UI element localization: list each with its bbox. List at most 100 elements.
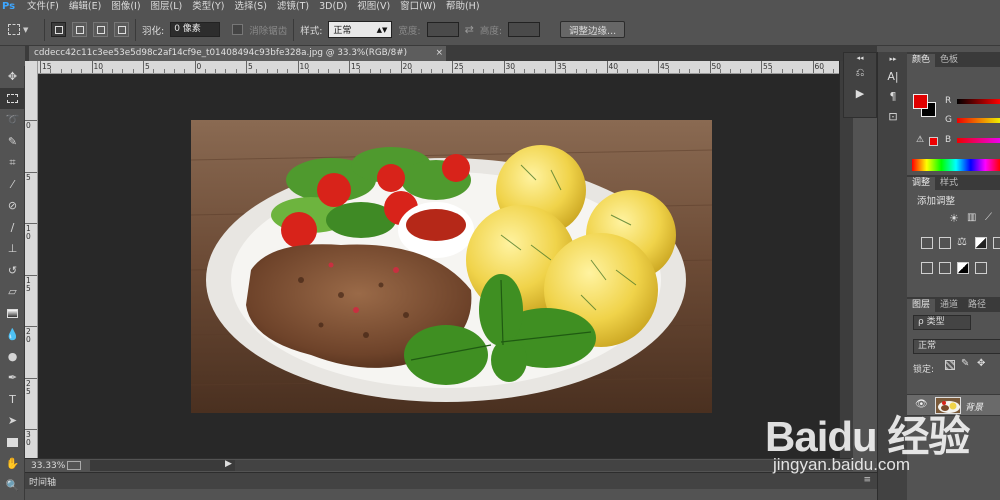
lock-transparent-icon[interactable] xyxy=(945,360,955,370)
character-panel-icon[interactable]: A| xyxy=(878,66,908,86)
intersect-selection-button[interactable] xyxy=(114,22,129,37)
layer-row-background[interactable]: 👁 背景 xyxy=(907,394,1000,416)
width-input[interactable] xyxy=(426,22,459,37)
tab-layers[interactable]: 图层 xyxy=(907,299,936,312)
paragraph-panel-icon[interactable]: ¶ xyxy=(878,86,908,106)
document-tab[interactable]: cddecc42c11c3ee53e5d98c2af14cf9e_t014084… xyxy=(29,46,446,61)
slider-r[interactable] xyxy=(957,99,1000,104)
menu-edit[interactable]: 编辑(E) xyxy=(64,0,106,14)
invert-icon[interactable] xyxy=(921,262,933,274)
lock-paint-icon[interactable]: ✎ xyxy=(961,358,969,369)
menu-select[interactable]: 选择(S) xyxy=(229,0,271,14)
horizontal-ruler[interactable]: 15 10 5 0 5 10 15 20 25 30 35 40 45 50 55 60 xyxy=(38,61,839,74)
history-brush-tool[interactable]: ↺ xyxy=(0,260,25,282)
close-icon[interactable]: × xyxy=(436,46,443,61)
feather-input[interactable]: 0 像素 xyxy=(170,22,221,37)
hue-icon[interactable] xyxy=(939,237,951,249)
history-panel-icon[interactable]: ⎌ xyxy=(844,63,876,83)
add-selection-button[interactable] xyxy=(72,22,87,37)
lasso-tool[interactable]: ➰ xyxy=(0,109,25,131)
zoom-level[interactable]: 33.33% xyxy=(25,461,65,471)
style-select[interactable]: 正常 ▲▼ xyxy=(328,21,393,38)
crop-tool[interactable]: ⌗ xyxy=(0,152,25,174)
zoom-icon: 🔍 xyxy=(5,478,20,492)
horizontal-scrollbar[interactable] xyxy=(235,460,853,471)
menu-type[interactable]: 类型(Y) xyxy=(187,0,229,14)
ruler-minor-tick xyxy=(575,69,577,73)
menu-window[interactable]: 窗口(W) xyxy=(395,0,441,14)
gradient-map-icon[interactable] xyxy=(975,262,987,274)
photo-filter-icon[interactable] xyxy=(993,237,1000,249)
vertical-scrollbar[interactable] xyxy=(839,61,853,458)
pen-tool[interactable]: ✒ xyxy=(0,367,25,389)
properties-panel-icon[interactable]: ⊡ xyxy=(878,106,908,126)
blur-tool[interactable]: 💧 xyxy=(0,324,25,346)
vertical-ruler[interactable]: 0 5 1 0 1 5 2 0 2 5 3 0 xyxy=(25,61,38,458)
posterize-icon[interactable] xyxy=(939,262,951,274)
healing-tool[interactable]: ⊘ xyxy=(0,195,25,217)
menu-file[interactable]: 文件(F) xyxy=(22,0,64,14)
antialias-checkbox[interactable] xyxy=(232,24,244,35)
swap-icon[interactable]: ⇄ xyxy=(465,23,474,36)
eye-icon[interactable]: 👁 xyxy=(915,399,928,410)
brightness-icon[interactable]: ☀ xyxy=(949,212,959,225)
blend-mode-select[interactable]: 正常 xyxy=(913,339,1000,354)
eraser-tool[interactable]: ▱ xyxy=(0,281,25,303)
path-select-tool[interactable]: ➤ xyxy=(0,410,25,432)
exposure-icon[interactable] xyxy=(921,237,933,249)
dodge-tool[interactable]: ● xyxy=(0,346,25,368)
play-icon[interactable]: ▶ xyxy=(225,459,232,469)
tab-color[interactable]: 颜色 xyxy=(907,54,936,67)
quick-select-tool[interactable]: ✎ xyxy=(0,131,25,153)
subtract-selection-button[interactable] xyxy=(93,22,108,37)
document-image[interactable] xyxy=(191,120,712,413)
actions-panel-icon[interactable]: ▶ xyxy=(844,83,876,103)
ruler-tick xyxy=(297,61,299,73)
type-tool[interactable]: T xyxy=(0,389,25,411)
menu-filter[interactable]: 滤镜(T) xyxy=(272,0,314,14)
warning-icon[interactable]: ⚠ xyxy=(916,135,924,145)
eyedropper-tool[interactable]: ⁄ xyxy=(0,174,25,196)
new-selection-button[interactable] xyxy=(51,22,66,37)
tab-styles[interactable]: 样式 xyxy=(935,177,963,190)
gamut-swatch[interactable] xyxy=(929,137,938,146)
menu-layer[interactable]: 图层(L) xyxy=(146,0,188,14)
gradient-tool[interactable] xyxy=(0,303,25,325)
threshold-icon[interactable] xyxy=(957,262,969,274)
tool-preset-picker[interactable]: ▼ xyxy=(8,19,38,41)
clone-stamp-tool[interactable]: ⊥ xyxy=(0,238,25,260)
collapse-icon[interactable]: ◂◂ xyxy=(844,53,876,63)
tab-adjustments[interactable]: 调整 xyxy=(907,177,936,190)
slider-b[interactable] xyxy=(957,138,1000,143)
layer-filter-select[interactable]: ρ 类型 xyxy=(913,315,971,330)
menu-image[interactable]: 图像(I) xyxy=(106,0,145,14)
refine-edge-button[interactable]: 调整边缘... xyxy=(560,21,626,38)
height-input[interactable] xyxy=(508,22,541,37)
bw-icon[interactable] xyxy=(975,237,987,249)
brush-tool[interactable]: ∕ xyxy=(0,217,25,239)
marquee-tool[interactable] xyxy=(0,87,25,109)
doc-info-icon[interactable] xyxy=(67,461,81,470)
menu-help[interactable]: 帮助(H) xyxy=(441,0,485,14)
tab-paths[interactable]: 路径 xyxy=(963,299,991,312)
move-tool[interactable]: ✥ xyxy=(0,66,25,88)
shape-tool[interactable] xyxy=(0,432,25,454)
menu-view[interactable]: 视图(V) xyxy=(352,0,395,14)
timeline-tab[interactable]: 时间轴 xyxy=(29,475,56,488)
curves-icon[interactable]: ⟋ xyxy=(985,212,992,223)
collapse-icon[interactable]: ▸▸ xyxy=(878,52,908,66)
zoom-tool[interactable]: 🔍 xyxy=(0,475,25,497)
hand-tool[interactable]: ✋ xyxy=(0,453,25,475)
foreground-color-swatch[interactable] xyxy=(913,94,928,109)
levels-icon[interactable]: ▥ xyxy=(967,212,976,223)
color-spectrum[interactable] xyxy=(912,159,1000,171)
menu-3d[interactable]: 3D(D) xyxy=(314,0,352,14)
panel-menu-icon[interactable]: ≡ xyxy=(863,475,871,485)
balance-icon[interactable]: ⚖ xyxy=(957,235,967,248)
lock-move-icon[interactable]: ✥ xyxy=(977,358,985,369)
ruler-minor-tick xyxy=(112,69,114,73)
tab-swatches[interactable]: 色板 xyxy=(935,54,963,67)
tab-channels[interactable]: 通道 xyxy=(935,299,963,312)
slider-g[interactable] xyxy=(957,118,1000,123)
ruler-minor-tick xyxy=(307,69,309,73)
